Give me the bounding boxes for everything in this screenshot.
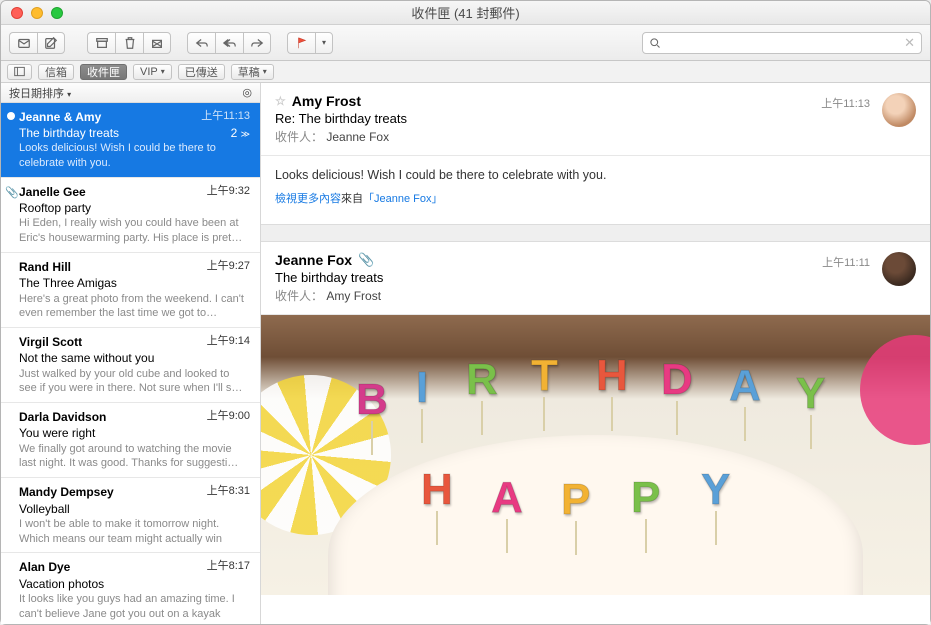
reading-pane[interactable]: ☆Amy Frost Re: The birthday treats 收件人： … <box>261 83 930 624</box>
reply-all-button[interactable] <box>215 32 243 54</box>
mail-body-0: Looks delicious! Wish I could be there t… <box>261 156 930 224</box>
fav-drafts[interactable]: 草稿 ▾ <box>231 64 274 80</box>
mail-header-1: Jeanne Fox 📎 The birthday treats 收件人： Am… <box>261 242 930 315</box>
compose-button[interactable] <box>37 32 65 54</box>
message-list[interactable]: Jeanne & Amy上午11:13The birthday treats2 … <box>1 103 260 624</box>
thread-separator <box>261 224 930 242</box>
archive-button[interactable] <box>87 32 115 54</box>
see-more-link[interactable]: 檢視更多內容來自「Jeanne Fox」 <box>275 190 916 206</box>
message-row[interactable]: Rand Hill上午9:27The Three AmigasHere's a … <box>1 253 260 328</box>
subject-line: The birthday treats <box>275 270 916 285</box>
toggle-mailboxes-button[interactable] <box>7 64 32 80</box>
mail-window: 收件匣 (41 封郵件) ▾ ✕ 信箱 <box>0 0 931 625</box>
fav-vip[interactable]: VIP ▾ <box>133 64 172 80</box>
message-row[interactable]: 📎Janelle Gee上午9:32Rooftop partyHi Eden, … <box>1 178 260 253</box>
favorites-bar: 信箱 收件匣 VIP ▾ 已傳送 草稿 ▾ <box>1 61 930 83</box>
message-row[interactable]: Jeanne & Amy上午11:13The birthday treats2 … <box>1 103 260 178</box>
zoom-window[interactable] <box>51 7 63 19</box>
delete-button[interactable] <box>115 32 143 54</box>
flag-menu-button[interactable]: ▾ <box>315 32 333 54</box>
window-controls <box>11 7 63 19</box>
fav-mailboxes[interactable]: 信箱 <box>38 64 74 80</box>
search-input[interactable] <box>665 36 900 50</box>
message-list-pane: 按日期排序 ▾ ◎ Jeanne & Amy上午11:13The birthda… <box>1 83 261 624</box>
mail-time: 上午11:13 <box>821 95 870 111</box>
message-row[interactable]: Virgil Scott上午9:14Not the same without y… <box>1 328 260 403</box>
mail-header-0: ☆Amy Frost Re: The birthday treats 收件人： … <box>261 83 930 156</box>
search-icon <box>649 37 661 49</box>
attachment-image[interactable]: BIRTHDAYHAPPY <box>261 315 930 595</box>
search-field[interactable]: ✕ <box>642 32 922 54</box>
window-title: 收件匣 (41 封郵件) <box>1 3 930 22</box>
forward-button[interactable] <box>243 32 271 54</box>
from-name: Amy Frost <box>292 93 361 109</box>
reply-button[interactable] <box>187 32 215 54</box>
toolbar: ▾ ✕ <box>1 25 930 61</box>
get-mail-button[interactable] <box>9 32 37 54</box>
star-icon[interactable]: ☆ <box>275 94 286 108</box>
avatar <box>882 93 916 127</box>
flag-button[interactable] <box>287 32 315 54</box>
filter-icon[interactable]: ◎ <box>242 86 252 99</box>
subject-line: Re: The birthday treats <box>275 111 916 126</box>
sort-bar[interactable]: 按日期排序 ▾ ◎ <box>1 83 260 103</box>
message-row[interactable]: Mandy Dempsey上午8:31VolleyballI won't be … <box>1 478 260 553</box>
titlebar: 收件匣 (41 封郵件) <box>1 1 930 25</box>
message-row[interactable]: Alan Dye上午8:17Vacation photosIt looks li… <box>1 553 260 624</box>
close-window[interactable] <box>11 7 23 19</box>
mail-time: 上午11:11 <box>822 254 870 270</box>
minimize-window[interactable] <box>31 7 43 19</box>
clear-search-icon[interactable]: ✕ <box>904 35 915 51</box>
message-row[interactable]: Darla Davidson上午9:00You were rightWe fin… <box>1 403 260 478</box>
avatar <box>882 252 916 286</box>
fav-inbox[interactable]: 收件匣 <box>80 64 127 80</box>
fav-sent[interactable]: 已傳送 <box>178 64 225 80</box>
from-name: Jeanne Fox <box>275 252 352 268</box>
attachment-icon: 📎 <box>358 252 374 268</box>
junk-button[interactable] <box>143 32 171 54</box>
